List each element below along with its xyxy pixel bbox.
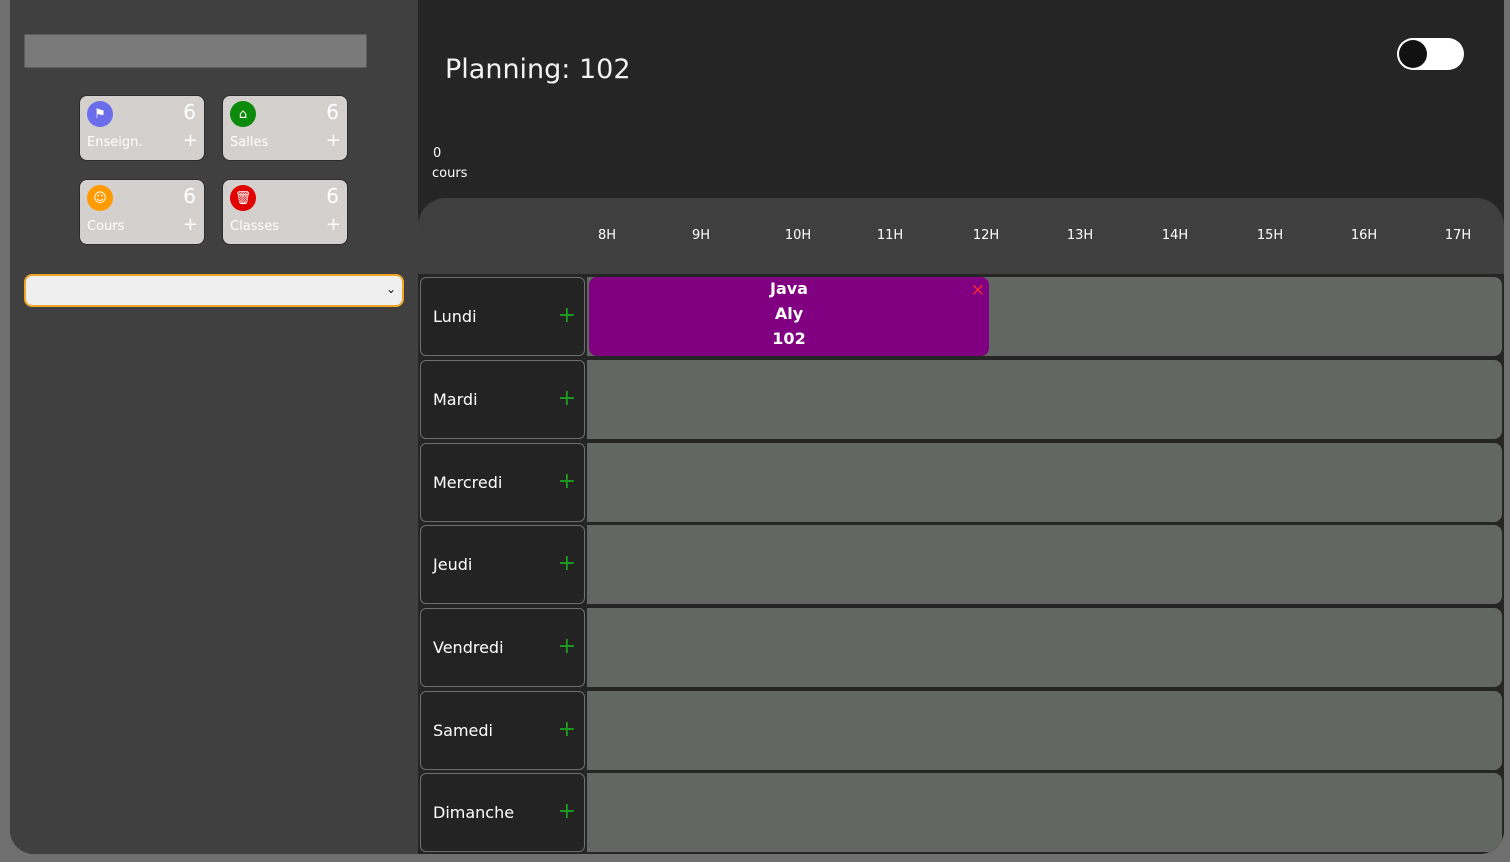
day-name: Lundi — [433, 307, 477, 326]
day-track[interactable] — [587, 773, 1502, 852]
day-label: Samedi + — [420, 691, 585, 770]
page-title: Planning: 102 — [445, 54, 631, 85]
hour-label: 14H — [1161, 228, 1189, 243]
hour-label: 17H — [1444, 228, 1472, 243]
stat-count: 6 — [326, 184, 339, 208]
sidebar: ⚑ 6 Enseign. + ⌂ 6 Salles + ☺ 6 Cours + … — [10, 0, 418, 854]
add-course-mercredi-button[interactable]: + — [558, 469, 576, 494]
close-icon[interactable]: × — [971, 280, 985, 300]
cours-count: 0 — [433, 146, 442, 161]
hour-label: 10H — [784, 228, 812, 243]
day-track[interactable]: Java Aly 102 × — [587, 277, 1502, 356]
hours-header: 8H 9H 10H 11H 12H 13H 14H 15H 16H 17H — [418, 198, 1504, 274]
class-select[interactable]: ⌄ — [24, 274, 404, 307]
day-row-vendredi: Vendredi + — [420, 608, 1502, 687]
hour-label: 8H — [597, 228, 617, 243]
day-row-mercredi: Mercredi + — [420, 443, 1502, 522]
stat-card-cours[interactable]: ☺ 6 Cours + — [79, 179, 205, 245]
add-course-jeudi-button[interactable]: + — [558, 551, 576, 576]
day-track[interactable] — [587, 443, 1502, 522]
chevron-down-icon: ⌄ — [385, 282, 396, 296]
day-row-jeudi: Jeudi + — [420, 525, 1502, 604]
day-row-mardi: Mardi + — [420, 360, 1502, 439]
hour-label: 12H — [972, 228, 1000, 243]
trash-icon: 🗑 — [230, 185, 256, 211]
add-room-button[interactable]: + — [326, 130, 341, 151]
add-course-lundi-button[interactable]: + — [558, 303, 576, 328]
toggle-knob — [1399, 40, 1427, 68]
home-icon: ⌂ — [230, 101, 256, 127]
add-course-mardi-button[interactable]: + — [558, 386, 576, 411]
day-name: Jeudi — [433, 555, 473, 574]
day-row-samedi: Samedi + — [420, 691, 1502, 770]
add-teacher-button[interactable]: + — [183, 130, 198, 151]
app-window: ⚑ 6 Enseign. + ⌂ 6 Salles + ☺ 6 Cours + … — [10, 0, 1504, 854]
stat-label: Salles — [230, 135, 269, 150]
stat-label: Enseign. — [87, 135, 143, 150]
stat-card-enseign[interactable]: ⚑ 6 Enseign. + — [79, 95, 205, 161]
day-name: Mardi — [433, 390, 478, 409]
teacher-icon: ⚑ — [87, 101, 113, 127]
day-name: Samedi — [433, 721, 493, 740]
day-track[interactable] — [587, 691, 1502, 770]
day-label: Jeudi + — [420, 525, 585, 604]
group-icon: ☺ — [87, 185, 113, 211]
hour-label: 16H — [1350, 228, 1378, 243]
day-row-dimanche: Dimanche + — [420, 773, 1502, 852]
theme-toggle[interactable] — [1397, 38, 1464, 70]
stat-count: 6 — [183, 100, 196, 124]
day-track[interactable] — [587, 608, 1502, 687]
planning-main: Planning: 102 0 cours 8H 9H 10H 11H 12H … — [418, 0, 1504, 854]
day-label: Mardi + — [420, 360, 585, 439]
stat-label: Cours — [87, 219, 125, 234]
day-row-lundi: Lundi + Java Aly 102 × — [420, 277, 1502, 356]
cours-label: cours — [432, 166, 468, 181]
course-subject: Java — [770, 279, 808, 298]
course-teacher: Aly — [774, 304, 804, 323]
course-room: 102 — [772, 329, 806, 348]
day-label: Mercredi + — [420, 443, 585, 522]
search-input[interactable] — [24, 34, 367, 68]
hour-label: 15H — [1256, 228, 1284, 243]
stat-card-classes[interactable]: 🗑 6 Classes + — [222, 179, 348, 245]
add-course-button[interactable]: + — [183, 214, 198, 235]
stat-count: 6 — [183, 184, 196, 208]
hour-label: 13H — [1066, 228, 1094, 243]
day-label: Vendredi + — [420, 608, 585, 687]
day-label: Lundi + — [420, 277, 585, 356]
add-course-dimanche-button[interactable]: + — [558, 799, 576, 824]
add-course-samedi-button[interactable]: + — [558, 717, 576, 742]
course-block[interactable]: Java Aly 102 × — [589, 277, 989, 356]
day-track[interactable] — [587, 525, 1502, 604]
day-name: Dimanche — [433, 803, 515, 822]
stat-label: Classes — [230, 219, 279, 234]
hour-label: 9H — [691, 228, 711, 243]
stat-count: 6 — [326, 100, 339, 124]
add-class-button[interactable]: + — [326, 214, 341, 235]
day-track[interactable] — [587, 360, 1502, 439]
day-name: Vendredi — [433, 638, 504, 657]
day-label: Dimanche + — [420, 773, 585, 852]
add-course-vendredi-button[interactable]: + — [558, 634, 576, 659]
hour-label: 11H — [876, 228, 904, 243]
day-name: Mercredi — [433, 473, 503, 492]
stat-card-salles[interactable]: ⌂ 6 Salles + — [222, 95, 348, 161]
